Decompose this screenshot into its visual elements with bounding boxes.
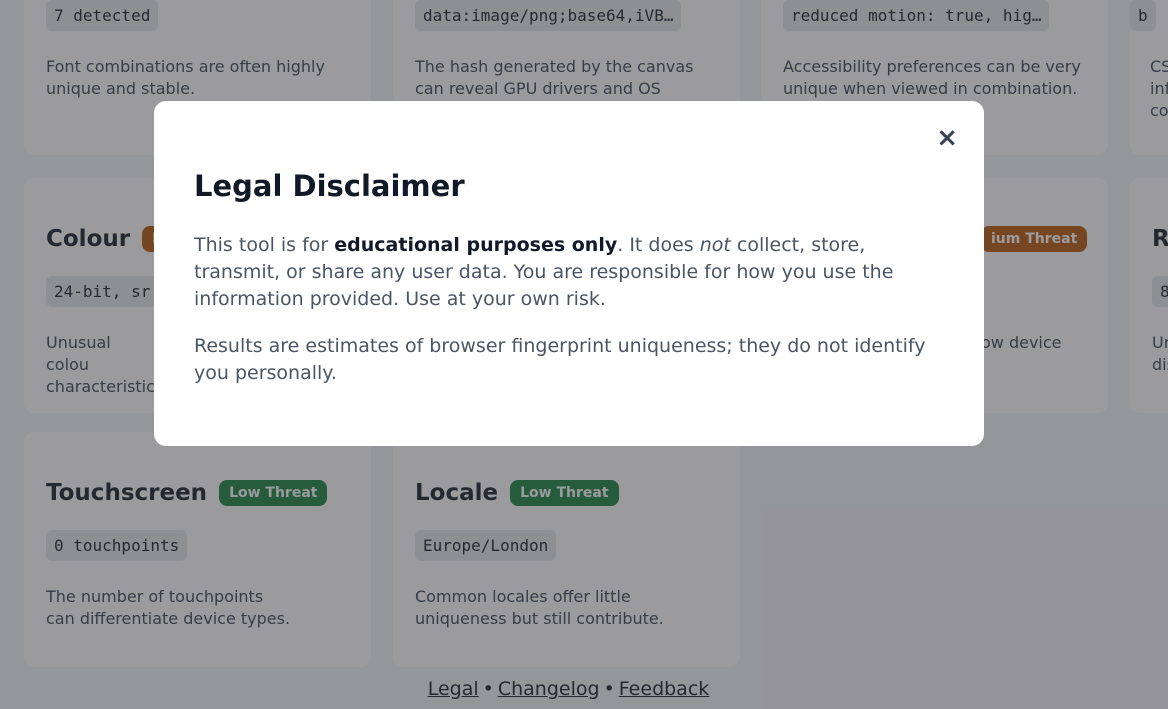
disclaimer-text-pre: This tool is for [194, 234, 335, 256]
disclaimer-text-mid: . It does [617, 234, 700, 256]
modal-title: Legal Disclaimer [194, 169, 465, 203]
disclaimer-paragraph-2: Results are estimates of browser fingerp… [194, 335, 926, 384]
disclaimer-paragraph-1: This tool is for educational purposes on… [194, 232, 939, 313]
close-icon[interactable]: × [936, 125, 958, 151]
page: 7 detected Font combinations are often h… [0, 0, 1168, 709]
disclaimer-emphasis: educational purposes only [334, 234, 618, 256]
disclaimer-italic: not [699, 234, 731, 256]
legal-disclaimer-modal: × Legal Disclaimer This tool is for educ… [154, 101, 984, 446]
